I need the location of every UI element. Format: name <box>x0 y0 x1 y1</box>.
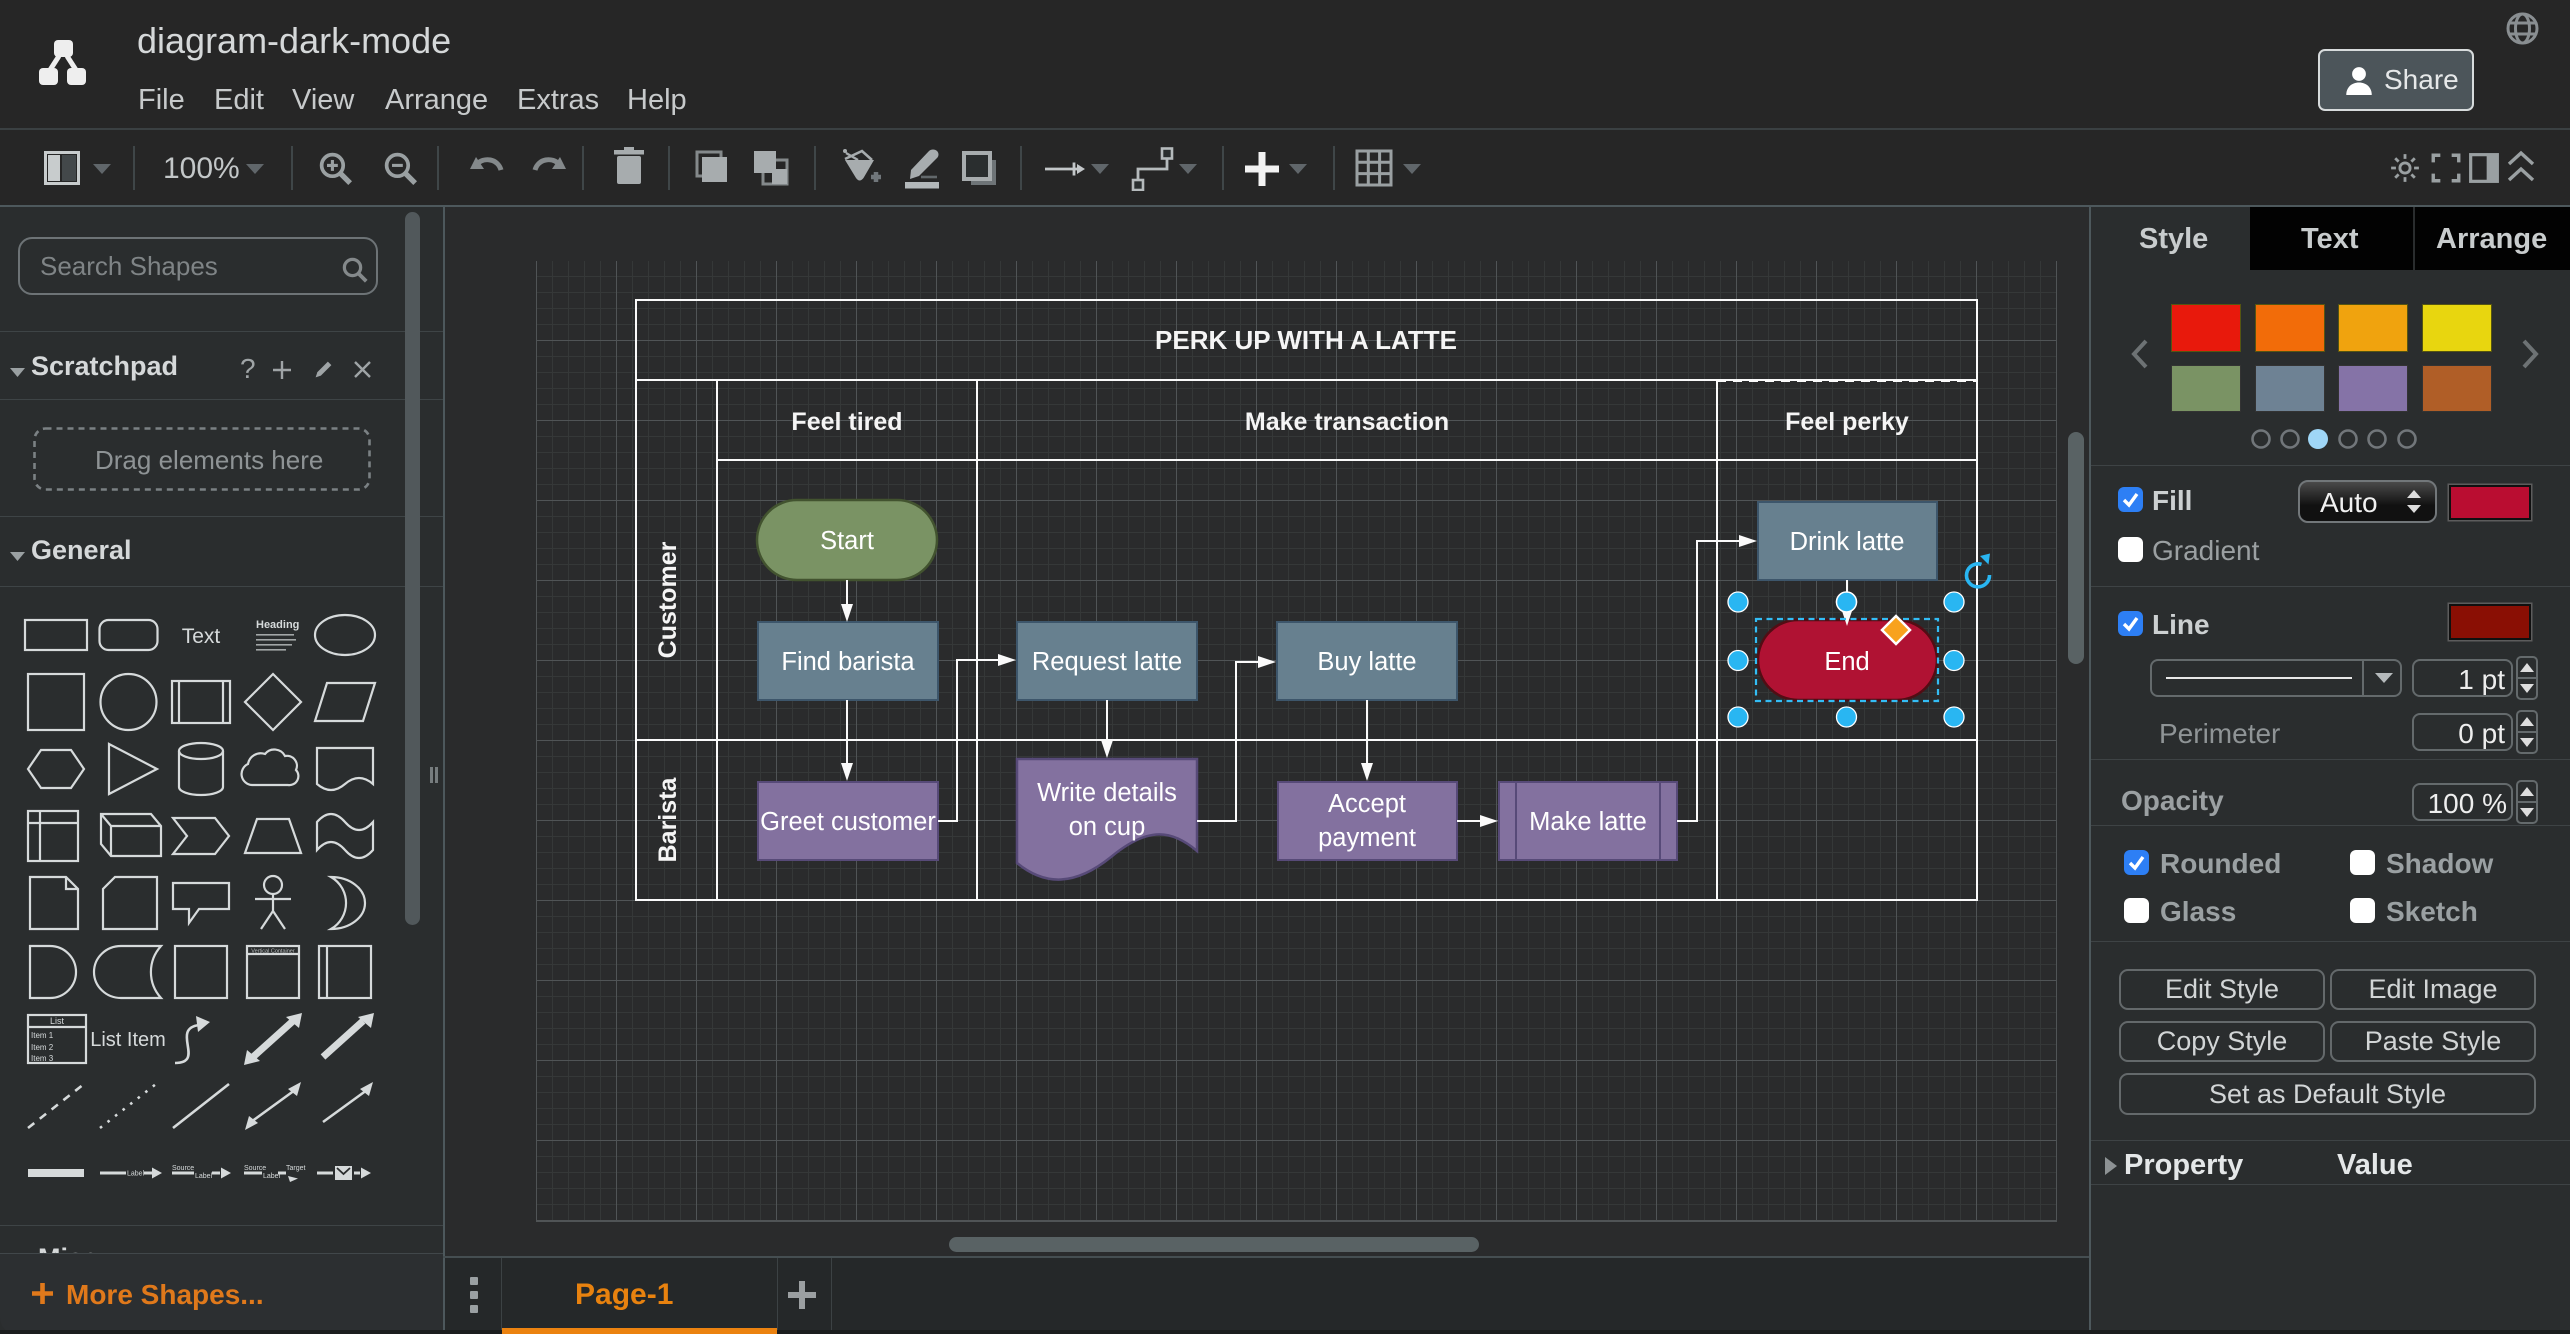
svg-text:Greet customer: Greet customer <box>760 808 936 836</box>
svg-text:Request latte: Request latte <box>1032 648 1182 676</box>
svg-text:Heading: Heading <box>256 619 299 631</box>
svg-text:Label: Label <box>195 1173 213 1180</box>
svg-text:End: End <box>1824 648 1869 676</box>
svg-text:Vertical Container: Vertical Container <box>251 949 295 955</box>
svg-text:payment: payment <box>1318 824 1416 852</box>
svg-text:Feel tired: Feel tired <box>791 408 902 436</box>
svg-text:Find barista: Find barista <box>781 648 915 676</box>
svg-text:Accept: Accept <box>1328 790 1406 818</box>
svg-text:Buy latte: Buy latte <box>1317 648 1416 676</box>
svg-text:Label: Label <box>127 1171 145 1178</box>
svg-text:Barista: Barista <box>654 777 682 863</box>
svg-text:Customer: Customer <box>654 541 682 658</box>
svg-text:List: List <box>50 1016 65 1026</box>
svg-text:List Item: List Item <box>90 1029 166 1051</box>
svg-text:Source: Source <box>244 1165 266 1172</box>
svg-text:Feel perky: Feel perky <box>1785 408 1909 436</box>
svg-text:PERK UP WITH A LATTE: PERK UP WITH A LATTE <box>1155 325 1457 355</box>
svg-text:Target: Target <box>286 1165 306 1172</box>
svg-text:Text: Text <box>182 625 221 648</box>
svg-text:Make latte: Make latte <box>1529 808 1647 836</box>
svg-text:Label: Label <box>263 1173 281 1180</box>
svg-text:Make transaction: Make transaction <box>1245 408 1449 436</box>
svg-text:Source: Source <box>172 1165 194 1172</box>
svg-text:on cup: on cup <box>1069 813 1146 841</box>
svg-text:Item 1: Item 1 <box>31 1031 54 1040</box>
svg-text:Drink latte: Drink latte <box>1790 528 1905 556</box>
svg-text:Start: Start <box>820 527 874 555</box>
svg-text:Item 3: Item 3 <box>31 1054 54 1063</box>
svg-text:Item 2: Item 2 <box>31 1043 54 1052</box>
svg-text:Write details: Write details <box>1037 779 1177 807</box>
